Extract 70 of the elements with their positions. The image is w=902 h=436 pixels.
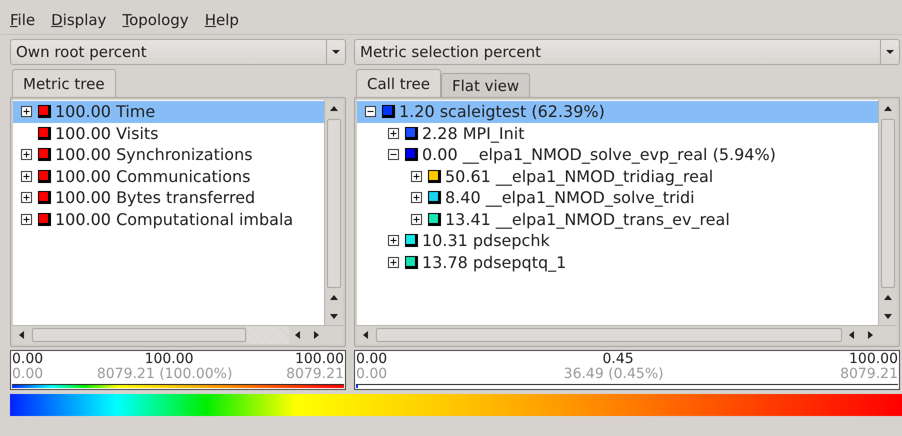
max-value: 100.00 [294,351,344,367]
tree-label: 100.00 Computational imbala [55,210,294,229]
tree-label: 8.40 __elpa1_NMOD_solve_tridi [445,188,695,208]
selected-absolute: 8079.21 (100.00%) [96,367,232,381]
menu-item[interactable]: File [10,11,36,29]
tree-label: 13.78 pdsepqtq_1 [422,252,566,272]
tree-row[interactable]: 100.00 Visits [13,122,324,144]
scroll-thumb[interactable] [376,328,842,342]
tree-row[interactable]: 50.61 __elpa1_NMOD_tridiag_real [357,166,878,187]
tree-row[interactable]: 100.00 Communications [13,166,324,187]
tree-label: 1.20 scaleigtest (62.39%) [399,102,605,122]
min-value: 0.00 [356,351,388,367]
metric-dropdown[interactable]: Metric selection percent [354,39,900,65]
view-tab[interactable]: Call tree [356,69,441,97]
tree-row[interactable]: 13.41 __elpa1_NMOD_trans_ev_real [357,208,878,230]
max-value: 100.00 [849,351,898,367]
view-tab[interactable]: Flat view [440,73,530,97]
tree-label: 100.00 Synchronizations [55,145,253,164]
tree-row[interactable]: 8.40 __elpa1_NMOD_solve_tridi [357,187,878,208]
view-tab[interactable]: Metric tree [12,69,116,97]
min-value: 0.00 [12,351,44,367]
tree-row[interactable]: 100.00 Synchronizations [13,144,324,166]
tree-label: 100.00 Bytes transferred [55,188,256,208]
max-absolute: 8079.21 [840,367,898,381]
expand-icon[interactable] [411,170,422,182]
tree-label: 2.28 MPI_Init [422,124,524,143]
tree-label: 50.61 __elpa1_NMOD_tridiag_real [445,166,714,186]
tree-label: 100.00 Time [55,102,156,122]
tree-row[interactable]: 1.20 scaleigtest (62.39%) [357,101,878,122]
expand-icon[interactable] [388,128,399,139]
collapse-icon[interactable] [365,106,376,118]
min-absolute: 0.00 [356,367,388,381]
horizontal-scrollbar[interactable] [357,325,897,344]
menu-item[interactable]: Display [51,11,106,29]
max-absolute: 8079.21 [286,367,344,381]
expand-icon[interactable] [21,192,32,204]
tree-row[interactable]: 13.78 pdsepqtq_1 [357,252,878,273]
expand-icon[interactable] [388,235,399,246]
menu-item[interactable]: Topology [122,11,189,29]
selected-value: 0.45 [602,351,634,367]
expand-icon[interactable] [21,170,32,182]
expand-icon[interactable] [21,106,32,118]
expand-icon[interactable] [388,256,399,268]
vertical-scrollbar[interactable] [878,100,897,325]
tree-row[interactable]: 2.28 MPI_Init [357,122,878,144]
tree-row[interactable]: 0.00 __elpa1_NMOD_solve_evp_real (5.94%) [357,144,878,166]
tree-row[interactable]: 100.00 Time [13,101,324,122]
expand-icon[interactable] [411,214,422,225]
expand-icon[interactable] [21,149,32,160]
min-absolute: 0.00 [12,367,44,381]
menu-item[interactable]: Help [204,11,239,29]
tree-label: 100.00 Visits [55,124,158,143]
tree-row[interactable]: 100.00 Bytes transferred [13,187,324,208]
metric-dropdown[interactable]: Own root percent [10,39,346,65]
tree-label: 10.31 pdsepchk [422,231,550,250]
vertical-scrollbar[interactable] [324,100,343,325]
scroll-thumb[interactable] [327,119,341,288]
scroll-thumb[interactable] [32,328,246,342]
tree-label: 13.41 __elpa1_NMOD_trans_ev_real [445,210,730,229]
horizontal-scrollbar[interactable] [13,325,343,344]
selected-value: 100.00 [144,351,194,367]
tree-row[interactable]: 10.31 pdsepchk [357,230,878,252]
scroll-thumb[interactable] [881,119,895,288]
expand-icon[interactable] [21,214,32,225]
collapse-icon[interactable] [388,149,399,160]
tree-label: 0.00 __elpa1_NMOD_solve_evp_real (5.94%) [422,145,776,164]
expand-icon[interactable] [411,192,422,204]
tree-row[interactable]: 100.00 Computational imbala [13,208,324,230]
tree-label: 100.00 Communications [55,166,251,186]
selected-absolute: 36.49 (0.45%) [564,367,664,381]
